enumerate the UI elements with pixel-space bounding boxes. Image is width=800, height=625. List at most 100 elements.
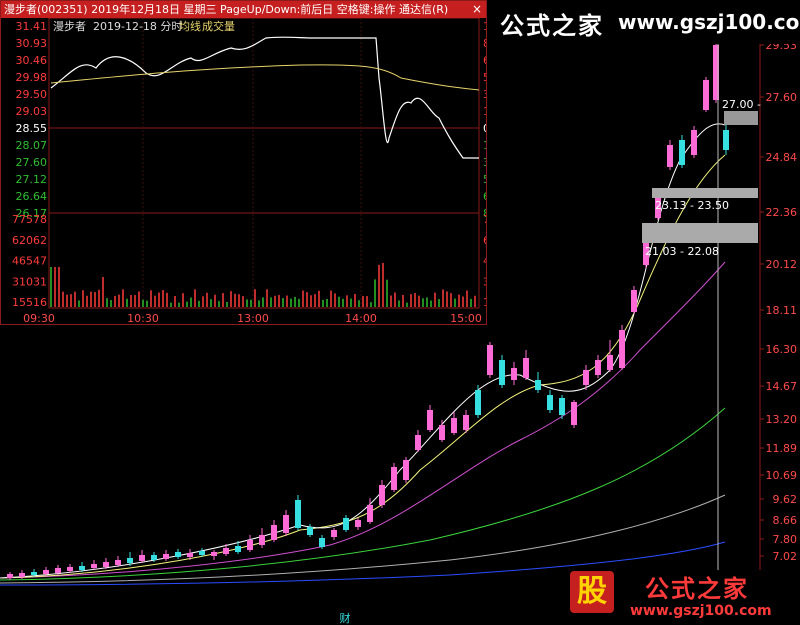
popup-title-bar[interactable]: 漫步者(002351) 2019年12月18日 星期三 PageUp/Down:… [1, 1, 486, 18]
legend-volume: 成交量 [202, 19, 235, 33]
candle-body [187, 553, 193, 557]
price-label: 28.55 [16, 122, 48, 135]
candle-body [391, 467, 397, 490]
pct-label: 6.68% [483, 190, 486, 203]
candle-body [439, 425, 445, 440]
avg-price-line [50, 64, 480, 91]
volume-label-right: 46547 [483, 255, 486, 268]
price-label: 27.12 [16, 173, 48, 186]
candle-body [259, 535, 265, 545]
candle-body [379, 485, 385, 505]
candle-body [475, 390, 481, 415]
intraday-chart[interactable]: 漫步者 2019-12-18 分时均线成交量 31.41 10.00% 30.93 8.3… [1, 18, 486, 324]
price-axis-label: 7.02 [773, 550, 798, 563]
volume-label-right: 62062 [483, 234, 486, 247]
volume-label-right: 77578 [483, 213, 486, 226]
candle-body [723, 130, 729, 150]
candle-body [235, 546, 241, 552]
time-label: 13:00 [237, 312, 269, 324]
watermark-top: 公式之家 www.gszj100.com [488, 0, 800, 44]
candle-body [247, 540, 253, 550]
candle-body [43, 570, 49, 574]
price-label: 27.60 [16, 156, 48, 169]
price-label: 28.07 [16, 139, 48, 152]
price-label: 31.41 [16, 20, 48, 33]
price-axis-label: 27.60 [766, 91, 798, 104]
candle-body [631, 290, 637, 312]
volume-label: 46547 [12, 255, 47, 268]
pct-label: 3.34% [483, 156, 486, 169]
popup-title: 漫步者(002351) 2019年12月18日 星期三 PageUp/Down:… [4, 3, 449, 16]
candle-body [523, 358, 529, 378]
candle-body [319, 538, 325, 547]
close-button[interactable]: × [470, 1, 484, 18]
price-range-annotation: 23.13 - 23.50 [655, 199, 729, 212]
price-axis-label: 8.66 [773, 514, 798, 527]
price-axis-label: 7.80 [773, 533, 798, 546]
pct-label: 8.35% [483, 37, 486, 50]
watermark-bottom: 股 公式之家 www.gszj100.com [560, 565, 800, 625]
volume-label: 62062 [12, 234, 47, 247]
candle-body [67, 567, 73, 571]
candle-body [19, 573, 25, 577]
site-name: 公式之家 [500, 12, 604, 40]
candle-body [691, 130, 697, 155]
price-axis-label: 16.30 [766, 343, 798, 356]
finance-label: 财 [340, 611, 351, 625]
pct-label: 6.68% [483, 54, 486, 67]
intraday-popup-window[interactable]: 漫步者(002351) 2019年12月18日 星期三 PageUp/Down:… [0, 0, 487, 325]
candle-body [427, 410, 433, 430]
price-axis-label: 9.62 [773, 493, 798, 506]
candle-body [115, 560, 121, 565]
candle-body [223, 548, 229, 554]
pct-label: 3.34% [483, 88, 486, 101]
price-label: 29.98 [16, 71, 48, 84]
candle-body [139, 555, 145, 561]
price-range-annotation: 21.03 - 22.08 [645, 245, 719, 258]
price-axis-label: 11.89 [766, 442, 798, 455]
pct-label: 1.67% [483, 139, 486, 152]
candle-body [415, 435, 421, 450]
volume-label: 31031 [12, 275, 47, 288]
candle-body [163, 554, 169, 559]
price-label: 26.64 [16, 190, 48, 203]
time-label: 14:00 [345, 312, 377, 324]
legend-avg: 均线 [179, 19, 201, 33]
candle-body [559, 398, 565, 415]
candle-body [7, 574, 13, 578]
price-label: 29.03 [16, 105, 48, 118]
candle-body [619, 330, 625, 368]
candle-body [595, 360, 601, 375]
candle-body [55, 568, 61, 573]
price-axis-label: 14.67 [766, 380, 798, 393]
time-label: 10:30 [127, 312, 159, 324]
candle-body [31, 572, 37, 575]
candle-body [211, 552, 217, 556]
price-axis-label: 10.69 [766, 469, 798, 482]
site-name-bottom: 公式之家 [645, 575, 749, 603]
candle-body [367, 505, 373, 522]
price-axis-label: 13.20 [766, 413, 798, 426]
candle-body [667, 145, 673, 167]
pct-label: 1.67% [483, 105, 486, 118]
candle-body [151, 555, 157, 560]
ma60-line [0, 407, 726, 581]
candle-body [283, 515, 289, 533]
logo-icon: 股 [570, 571, 614, 613]
pct-label: 10.00% [483, 20, 486, 33]
candle-body [487, 345, 493, 375]
price-axis-label: 18.11 [766, 304, 798, 317]
candle-body [499, 360, 505, 385]
pct-label: 5.01% [483, 71, 486, 84]
candle-body [583, 370, 589, 385]
support-block [642, 223, 758, 243]
site-url-bottom: www.gszj100.com [630, 603, 772, 619]
candle-body [571, 402, 577, 425]
volume-label: 77578 [12, 213, 47, 226]
candle-body [403, 460, 409, 480]
time-label: 09:30 [23, 312, 55, 324]
intraday-frame [48, 18, 480, 309]
price-label: 30.93 [16, 37, 48, 50]
candle-body [343, 518, 349, 530]
price-label: 29.50 [16, 88, 48, 101]
